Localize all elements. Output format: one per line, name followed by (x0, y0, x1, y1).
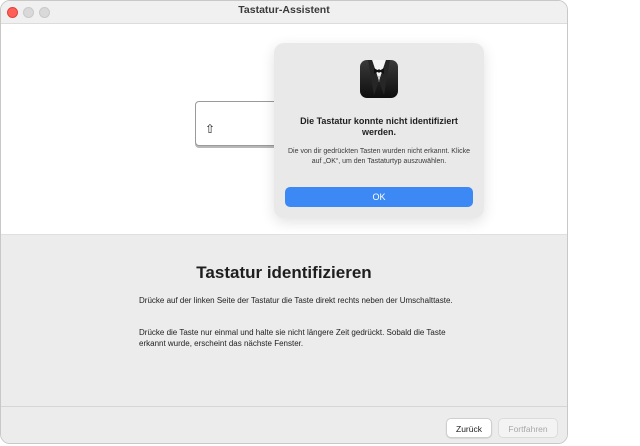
key-illustration: ⇧ (195, 101, 279, 146)
ok-button[interactable]: OK (285, 187, 473, 207)
dialog-message: Die von dir gedrückten Tasten wurden nic… (288, 148, 470, 165)
window-title: Tastatur-Assistent (238, 4, 330, 16)
alert-dialog: Die Tastatur konnte nicht identifiziert … (274, 43, 484, 218)
shift-key-icon: ⇧ (205, 122, 216, 136)
footer-divider (1, 406, 567, 407)
back-button[interactable]: Zurück (446, 418, 492, 438)
instructions-panel: Tastatur identifizieren Drücke auf der l… (1, 234, 567, 443)
continue-button[interactable]: Fortfahren (498, 418, 558, 438)
keyboard-assistant-tuxedo-icon (360, 60, 398, 98)
instruction-paragraph-2: Drücke die Taste nur einmal und halte si… (139, 328, 446, 348)
title-bar: Tastatur-Assistent (1, 1, 567, 24)
dialog-title: Die Tastatur konnte nicht identifiziert … (300, 116, 458, 137)
page-title: Tastatur identifizieren (196, 263, 372, 282)
instruction-paragraph-1: Drücke auf der linken Seite der Tastatur… (139, 296, 453, 305)
assistant-window: Tastatur-Assistent ⇧ Die Tastatur konnte… (0, 0, 568, 444)
